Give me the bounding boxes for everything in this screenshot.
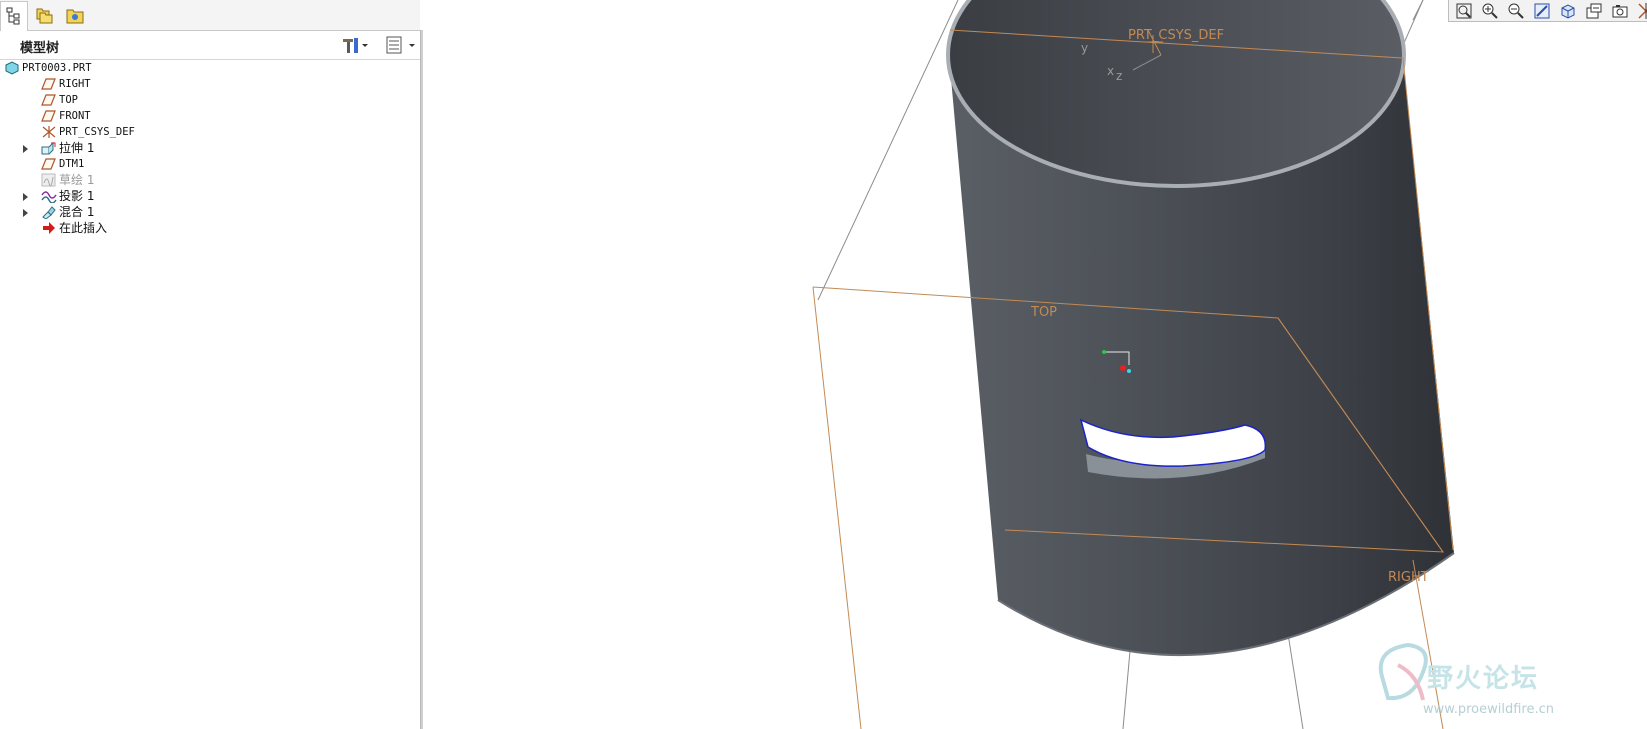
extrude-icon bbox=[41, 141, 56, 155]
model-tree-header: 模型树 bbox=[0, 31, 420, 60]
tree-item[interactable]: FRONT bbox=[0, 108, 418, 124]
tree-item-label: FRONT bbox=[59, 110, 91, 122]
tree-item[interactable]: RIGHT bbox=[0, 76, 418, 92]
datum-plane-icon bbox=[41, 77, 56, 91]
tree-item[interactable]: PRT0003.PRT bbox=[0, 60, 418, 76]
right-plane-label: RIGHT bbox=[1388, 570, 1429, 585]
csys-icon bbox=[41, 125, 56, 139]
tree-item[interactable]: 投影 1 bbox=[0, 188, 418, 204]
tree-item-label: 投影 1 bbox=[59, 189, 95, 203]
favorites-tab[interactable] bbox=[60, 1, 88, 29]
navigator-panel: 模型树 PRT0003.PRT RIGHT TOP FRONT PRT_CSYS_DEF… bbox=[0, 0, 420, 729]
favorites-icon bbox=[66, 9, 84, 24]
datum-plane-icon bbox=[41, 157, 56, 171]
model-graphics: PRT_CSYS_DEF y x z TOP RIGHT bbox=[812, 0, 1455, 729]
csys-axis-y: y bbox=[1081, 41, 1088, 55]
model-tree-tab[interactable] bbox=[0, 1, 28, 31]
tree-item-label: 拉伸 1 bbox=[59, 141, 95, 155]
datum-display-button[interactable] bbox=[1633, 0, 1647, 22]
view-toolbar bbox=[1448, 0, 1647, 22]
tree-item-label: 混合 1 bbox=[59, 205, 95, 219]
view-manager-button[interactable] bbox=[1607, 0, 1633, 22]
forum-logo bbox=[1378, 642, 1428, 701]
tree-settings-button[interactable] bbox=[340, 35, 372, 55]
expand-arrow-icon[interactable] bbox=[21, 143, 31, 153]
tree-item[interactable]: 拉伸 1 bbox=[0, 140, 418, 156]
watermark-url: www.proewildfire.cn bbox=[1423, 702, 1554, 717]
tree-item-label: RIGHT bbox=[59, 78, 91, 90]
folder-browser-icon bbox=[36, 8, 53, 24]
sketch-icon bbox=[41, 173, 56, 187]
refit-button[interactable] bbox=[1451, 0, 1477, 22]
top-plane-label: TOP bbox=[1030, 305, 1057, 320]
display-style-button[interactable] bbox=[1555, 0, 1581, 22]
tree-item-label: 在此插入 bbox=[59, 221, 108, 235]
expand-arrow-icon[interactable] bbox=[21, 191, 31, 201]
folder-browser-tab[interactable] bbox=[30, 1, 58, 29]
tree-show-button[interactable] bbox=[385, 35, 419, 55]
csys-label: PRT_CSYS_DEF bbox=[1128, 28, 1224, 43]
tools-icon bbox=[343, 38, 368, 53]
tree-item[interactable]: PRT_CSYS_DEF bbox=[0, 124, 418, 140]
model-tree-icon bbox=[6, 7, 20, 25]
graphics-viewport[interactable]: PRT_CSYS_DEF y x z TOP RIGHT 野火论坛 www.pr… bbox=[423, 0, 1647, 729]
part-icon bbox=[4, 61, 19, 75]
insert-here-arrow-icon bbox=[41, 221, 56, 235]
tree-columns-icon bbox=[386, 36, 415, 54]
project-icon bbox=[41, 189, 57, 204]
zoom-out-button[interactable] bbox=[1503, 0, 1529, 22]
blend-icon bbox=[41, 205, 56, 220]
cylinder-body bbox=[946, 0, 1455, 657]
repaint-button[interactable] bbox=[1529, 0, 1555, 22]
expand-arrow-icon[interactable] bbox=[21, 207, 31, 217]
saved-views-button[interactable] bbox=[1581, 0, 1607, 22]
tree-item[interactable]: TOP bbox=[0, 92, 418, 108]
navigator-tabs bbox=[0, 0, 420, 31]
tree-item-label: PRT0003.PRT bbox=[22, 62, 92, 74]
model-tree: PRT0003.PRT RIGHT TOP FRONT PRT_CSYS_DEF 拉伸 1… bbox=[0, 60, 418, 236]
tree-item[interactable]: 在此插入 bbox=[0, 220, 418, 236]
tree-item[interactable]: DTM1 bbox=[0, 156, 418, 172]
csys-axis-z: z bbox=[1116, 69, 1122, 83]
csys-axis-x: x bbox=[1107, 64, 1114, 78]
tree-item-label: DTM1 bbox=[59, 158, 85, 170]
tree-item[interactable]: 草绘 1 bbox=[0, 172, 418, 188]
zoom-in-button[interactable] bbox=[1477, 0, 1503, 22]
datum-plane-icon bbox=[41, 109, 56, 123]
model-tree-title: 模型树 bbox=[20, 41, 60, 56]
datum-plane-icon bbox=[41, 93, 56, 107]
watermark-title: 野火论坛 bbox=[1427, 664, 1540, 694]
tree-item[interactable]: 混合 1 bbox=[0, 204, 418, 220]
tree-item-label: TOP bbox=[59, 94, 78, 106]
tree-item-label: PRT_CSYS_DEF bbox=[59, 126, 135, 138]
tree-item-label: 草绘 1 bbox=[59, 173, 95, 187]
